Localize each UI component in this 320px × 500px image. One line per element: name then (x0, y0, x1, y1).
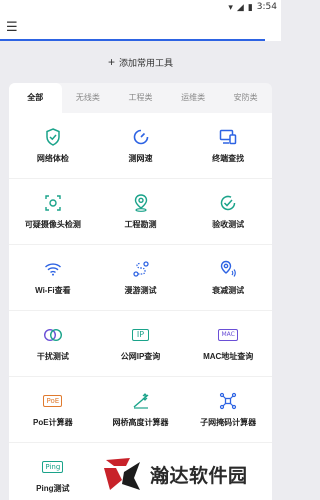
tool-poe-calc[interactable]: PoE PoE计算器 (9, 377, 97, 442)
speedometer-icon (131, 127, 151, 147)
tool-network-check[interactable]: 网络体检 (9, 113, 97, 178)
tab-operations[interactable]: 运维类 (167, 83, 220, 113)
top-bar: ☰ (0, 14, 265, 41)
network-node-icon (218, 391, 238, 411)
tab-engineering[interactable]: 工程类 (114, 83, 167, 113)
mac-badge: MAC (218, 329, 238, 341)
watermark-logo (104, 458, 140, 490)
watermark-text: 瀚达软件园 (150, 464, 248, 487)
rings-icon (43, 325, 63, 345)
tool-label: 测网速 (128, 154, 153, 163)
tool-ping-test[interactable]: Ping Ping测试 (9, 443, 97, 500)
camera-scan-icon (43, 193, 63, 213)
ip-badge: IP (131, 329, 150, 341)
tool-wifi-view[interactable]: Wi-Fi查看 (9, 245, 97, 310)
status-bar: ▾ ◢ ▮ 3:54 (0, 0, 281, 14)
tool-label: 网络体检 (36, 154, 69, 163)
tools-grid: 网络体检 测网速 终端查找 可疑摄像头检测 工程勘测 验收测试 Wi-Fi查看 … (9, 113, 272, 500)
tool-site-survey[interactable]: 工程勘测 (97, 179, 185, 244)
tool-label: 网桥高度计算器 (112, 418, 169, 427)
add-common-tools-button[interactable]: + 添加常用工具 (0, 41, 281, 83)
tool-label: 衰减测试 (212, 286, 245, 295)
wifi-status-icon: ▾ (228, 1, 233, 12)
location-signal-icon (218, 259, 238, 279)
tool-label: 工程勘测 (124, 220, 157, 229)
tool-label: PoE计算器 (33, 418, 73, 427)
signal-icon: ◢ (236, 1, 244, 12)
tool-roaming-test[interactable]: 漫游测试 (97, 245, 185, 310)
tool-mac-query[interactable]: MAC MAC地址查询 (184, 311, 272, 376)
poe-badge-icon: PoE (43, 391, 63, 411)
height-measure-icon (131, 391, 151, 411)
tool-label: Wi-Fi查看 (35, 286, 71, 295)
map-pin-icon (131, 193, 151, 213)
tool-label: Ping测试 (36, 484, 70, 493)
tool-label: 子网掩码计算器 (200, 418, 257, 427)
tool-label: 漫游测试 (124, 286, 157, 295)
tool-bridge-height-calc[interactable]: 网桥高度计算器 (97, 377, 185, 442)
roaming-route-icon (131, 259, 151, 279)
tool-interference-test[interactable]: 干扰测试 (9, 311, 97, 376)
tool-speed-test[interactable]: 测网速 (97, 113, 185, 178)
ip-badge-icon: IP (131, 325, 151, 345)
tool-label: 终端查找 (212, 154, 245, 163)
tool-label: 干扰测试 (36, 352, 69, 361)
plus-icon: + (107, 55, 115, 69)
tab-security[interactable]: 安防类 (219, 83, 272, 113)
tool-public-ip[interactable]: IP 公网IP查询 (97, 311, 185, 376)
check-circle-icon (218, 193, 238, 213)
poe-badge: PoE (43, 395, 63, 407)
tool-attenuation-test[interactable]: 衰减测试 (184, 245, 272, 310)
category-tabs: 全部 无线类 工程类 运维类 安防类 (9, 83, 272, 113)
shield-check-icon (43, 127, 63, 147)
tool-suspicious-camera[interactable]: 可疑摄像头检测 (9, 179, 97, 244)
battery-icon: ▮ (247, 1, 253, 12)
tool-acceptance-test[interactable]: 验收测试 (184, 179, 272, 244)
add-common-tools-label: 添加常用工具 (119, 57, 174, 68)
tool-label: MAC地址查询 (203, 352, 254, 361)
wifi-icon (43, 259, 63, 279)
tab-all[interactable]: 全部 (9, 83, 62, 113)
watermark: 瀚达软件园 (100, 454, 248, 494)
tab-wireless[interactable]: 无线类 (62, 83, 115, 113)
clock: 3:54 (256, 2, 277, 12)
ping-badge-icon: Ping (42, 457, 64, 477)
tool-label: 验收测试 (212, 220, 245, 229)
tool-subnet-calc[interactable]: 子网掩码计算器 (184, 377, 272, 442)
tool-terminal-search[interactable]: 终端查找 (184, 113, 272, 178)
hamburger-icon[interactable]: ☰ (6, 19, 18, 35)
mac-badge-icon: MAC (218, 325, 238, 345)
devices-icon (218, 127, 238, 147)
tool-label: 可疑摄像头检测 (24, 220, 81, 229)
ping-badge: Ping (42, 461, 64, 473)
tool-label: 公网IP查询 (120, 352, 161, 361)
